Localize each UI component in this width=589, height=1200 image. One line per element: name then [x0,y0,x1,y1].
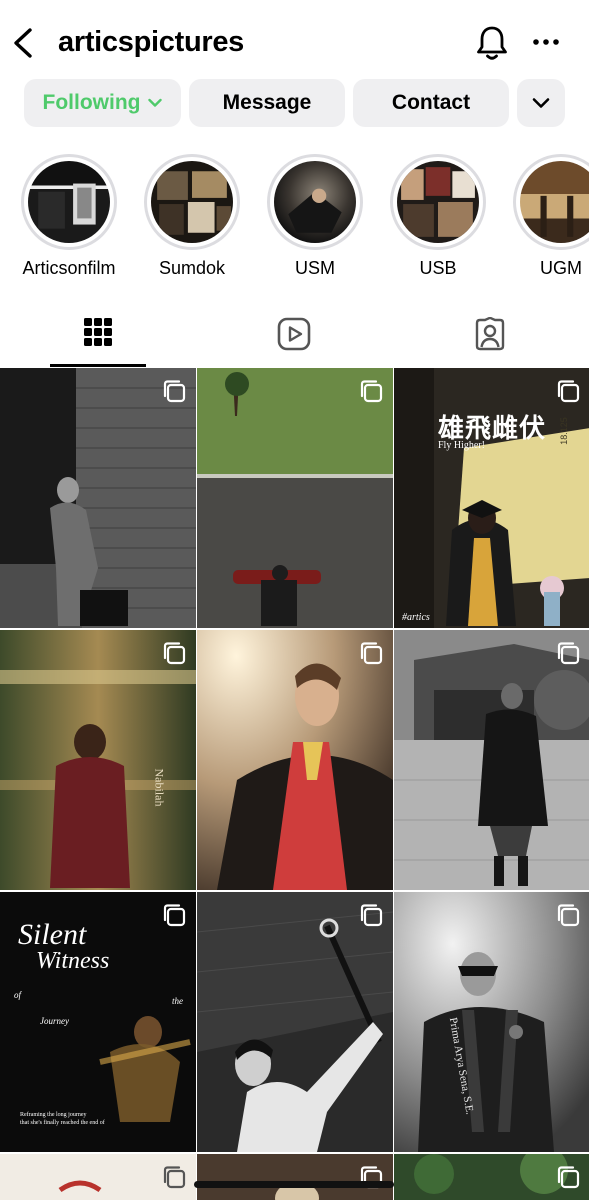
post-image [394,892,589,1152]
profile-username: articspictures [58,26,244,58]
post-image [394,630,589,890]
post-image [197,368,393,628]
post-title-silent: Silent [18,918,87,951]
multiple-photos-icon [163,642,186,665]
reels-play-icon [277,317,311,351]
multiple-photos-icon [360,642,383,665]
post-image [197,892,393,1152]
post-tile[interactable]: Nabilah [0,630,196,890]
message-button[interactable]: Message [189,79,345,127]
highlight-articsonfilm[interactable]: Articsonfilm [19,154,119,279]
multiple-photos-icon [557,642,580,665]
post-title-witness: Witness [36,948,110,974]
post-tile[interactable] [197,630,393,890]
bell-icon[interactable] [474,24,510,62]
profile-header: articspictures [0,0,589,88]
post-footer-line1: Reframing the long journey [20,1112,87,1118]
post-tile[interactable]: 雄飛雌伏 Fly Higher! #artics 18.125 [394,368,589,628]
highlight-cover [151,161,233,243]
active-tab-indicator [50,364,146,367]
post-tile[interactable] [197,1154,393,1200]
contact-label: Contact [391,91,471,114]
message-label: Message [222,91,312,114]
post-watermark: #artics [402,612,430,623]
post-tile[interactable] [197,368,393,628]
post-tile[interactable] [0,368,196,628]
post-tile[interactable] [394,1154,589,1200]
tab-tagged[interactable] [392,305,588,367]
following-button[interactable]: Following [24,79,181,127]
multiple-photos-icon [163,1166,186,1189]
post-tile[interactable] [197,892,393,1152]
multiple-photos-icon [163,904,186,927]
highlight-cover [274,161,356,243]
highlight-usb[interactable]: USB [388,154,488,279]
highlight-label: USM [295,258,335,278]
post-tile[interactable] [394,630,589,890]
post-small-journey: Journey [40,1016,69,1026]
tagged-person-icon [475,317,505,351]
highlight-cover [28,161,110,243]
story-highlights: Articsonfilm Sumdok USM USB UGM [0,154,589,284]
post-small-the: the [172,996,183,1006]
highlight-label: UGM [540,258,582,278]
post-side-text: Nabilah [152,768,167,807]
chevron-down-icon [532,98,550,108]
suggested-dropdown-button[interactable] [517,79,565,127]
tab-reels[interactable] [196,305,392,367]
multiple-photos-icon [360,904,383,927]
multiple-photos-icon [557,904,580,927]
highlight-label: Articsonfilm [22,258,116,278]
post-footer-line2: that she's finally reached the end of [20,1120,105,1126]
following-label: Following [42,91,141,114]
post-image [0,630,196,890]
multiple-photos-icon [557,1166,580,1189]
highlight-sumdok[interactable]: Sumdok [142,154,242,279]
more-horizontal-icon[interactable] [531,32,561,52]
highlight-usm[interactable]: USM [265,154,365,279]
post-date-vertical: 18.125 [558,417,569,445]
post-image [197,630,393,890]
post-small-of: of [14,990,22,1000]
multiple-photos-icon [360,380,383,403]
post-image [0,368,196,628]
post-tile[interactable]: Silent Witness of the Journey Reframing … [0,892,196,1152]
highlight-label: USB [419,258,457,278]
chevron-left-icon[interactable] [10,26,36,60]
highlight-label: Sumdok [158,258,226,278]
highlight-cover [397,161,479,243]
post-tile[interactable]: Prima Arya Sena, S.E. [394,892,589,1152]
highlight-ugm[interactable]: UGM [511,154,589,279]
tab-posts[interactable] [0,305,196,367]
profile-tabs [0,305,589,367]
home-indicator[interactable] [194,1181,394,1188]
chevron-down-icon [148,98,163,107]
post-tile[interactable] [0,1154,196,1200]
highlight-cover [520,161,589,243]
multiple-photos-icon [163,380,186,403]
grid-icon [84,318,112,346]
post-subtitle: Fly Higher! [438,440,485,451]
multiple-photos-icon [557,380,580,403]
post-image [394,368,589,628]
contact-button[interactable]: Contact [353,79,509,127]
